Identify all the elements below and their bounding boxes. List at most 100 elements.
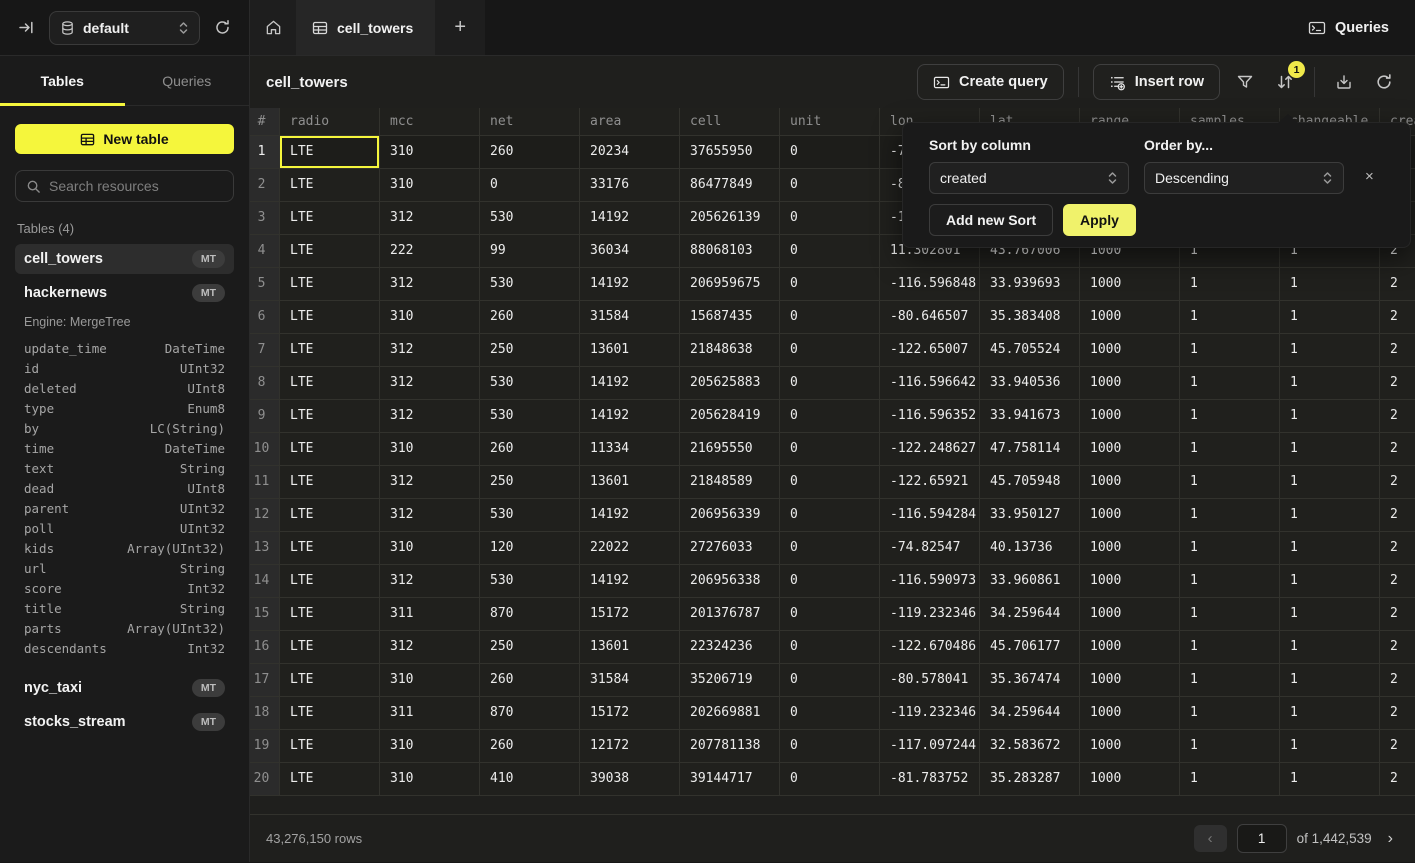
table-cell[interactable]: 0 bbox=[780, 400, 880, 433]
table-cell[interactable]: 1000 bbox=[1080, 334, 1180, 367]
table-cell[interactable]: 312 bbox=[380, 202, 480, 235]
table-cell[interactable]: 1000 bbox=[1080, 598, 1180, 631]
add-new-sort-button[interactable]: Add new Sort bbox=[929, 204, 1053, 236]
table-cell[interactable]: 1 bbox=[1180, 631, 1280, 664]
table-cell[interactable]: 1000 bbox=[1080, 301, 1180, 334]
table-cell[interactable]: LTE bbox=[280, 730, 380, 763]
table-cell[interactable]: 14192 bbox=[580, 367, 680, 400]
table-cell[interactable]: 312 bbox=[380, 466, 480, 499]
table-cell[interactable]: 311 bbox=[380, 697, 480, 730]
table-cell[interactable]: 1 bbox=[1180, 598, 1280, 631]
table-cell[interactable]: 1 bbox=[1180, 268, 1280, 301]
column-header-rownum[interactable]: # bbox=[250, 108, 280, 136]
table-cell[interactable]: 33.960861 bbox=[980, 565, 1080, 598]
table-cell[interactable]: 15172 bbox=[580, 697, 680, 730]
table-cell[interactable]: 0 bbox=[780, 763, 880, 796]
table-cell[interactable]: 310 bbox=[380, 730, 480, 763]
column-header-area[interactable]: area bbox=[580, 108, 680, 136]
table-cell[interactable]: 310 bbox=[380, 433, 480, 466]
table-cell[interactable]: 2 bbox=[1380, 268, 1415, 301]
tab-cell-towers[interactable]: cell_towers bbox=[296, 0, 435, 55]
table-cell[interactable]: 32.583672 bbox=[980, 730, 1080, 763]
table-cell[interactable]: 0 bbox=[780, 235, 880, 268]
table-cell[interactable]: LTE bbox=[280, 136, 380, 169]
table-cell[interactable]: LTE bbox=[280, 334, 380, 367]
table-cell[interactable]: 1 bbox=[1180, 334, 1280, 367]
column-header-mcc[interactable]: mcc bbox=[380, 108, 480, 136]
table-cell[interactable]: 0 bbox=[780, 697, 880, 730]
table-cell[interactable]: 312 bbox=[380, 565, 480, 598]
table-cell[interactable]: 1000 bbox=[1080, 499, 1180, 532]
table-cell[interactable]: -119.232346 bbox=[880, 697, 980, 730]
table-cell[interactable]: 37655950 bbox=[680, 136, 780, 169]
sidebar-tab-queries[interactable]: Queries bbox=[125, 56, 250, 105]
table-cell[interactable]: 0 bbox=[780, 367, 880, 400]
table-cell[interactable]: 31584 bbox=[580, 664, 680, 697]
table-cell[interactable]: 206959675 bbox=[680, 268, 780, 301]
table-cell[interactable]: LTE bbox=[280, 763, 380, 796]
table-cell[interactable]: 310 bbox=[380, 763, 480, 796]
table-cell[interactable]: -122.65921 bbox=[880, 466, 980, 499]
download-button[interactable] bbox=[1329, 67, 1359, 97]
table-cell[interactable]: 14192 bbox=[580, 268, 680, 301]
table-cell[interactable]: 35.367474 bbox=[980, 664, 1080, 697]
table-cell[interactable]: 1 bbox=[1280, 697, 1380, 730]
table-cell[interactable]: 1 bbox=[1280, 532, 1380, 565]
table-cell[interactable]: 1000 bbox=[1080, 400, 1180, 433]
table-cell[interactable]: 35206719 bbox=[680, 664, 780, 697]
table-cell[interactable]: 260 bbox=[480, 664, 580, 697]
table-cell[interactable]: 1 bbox=[1280, 301, 1380, 334]
table-cell[interactable]: LTE bbox=[280, 598, 380, 631]
table-cell[interactable]: 1000 bbox=[1080, 466, 1180, 499]
row-number[interactable]: 8 bbox=[250, 367, 280, 400]
next-page-button[interactable]: › bbox=[1382, 828, 1399, 850]
table-cell[interactable]: 1 bbox=[1280, 763, 1380, 796]
table-cell[interactable]: 870 bbox=[480, 598, 580, 631]
table-cell[interactable]: LTE bbox=[280, 697, 380, 730]
table-cell[interactable]: 1 bbox=[1180, 664, 1280, 697]
table-cell[interactable]: 20234 bbox=[580, 136, 680, 169]
table-cell[interactable]: 260 bbox=[480, 136, 580, 169]
table-cell[interactable]: 1 bbox=[1280, 400, 1380, 433]
table-cell[interactable]: 310 bbox=[380, 301, 480, 334]
table-cell[interactable]: 1000 bbox=[1080, 433, 1180, 466]
table-cell[interactable]: 0 bbox=[780, 565, 880, 598]
table-cell[interactable]: 33.939693 bbox=[980, 268, 1080, 301]
column-header-unit[interactable]: unit bbox=[780, 108, 880, 136]
table-cell[interactable]: 99 bbox=[480, 235, 580, 268]
table-cell[interactable]: 31584 bbox=[580, 301, 680, 334]
table-cell[interactable]: 2 bbox=[1380, 499, 1415, 532]
row-number[interactable]: 18 bbox=[250, 697, 280, 730]
table-cell[interactable]: 34.259644 bbox=[980, 598, 1080, 631]
table-cell[interactable]: 1 bbox=[1180, 301, 1280, 334]
queries-button[interactable]: Queries bbox=[1282, 0, 1415, 55]
table-cell[interactable]: 310 bbox=[380, 664, 480, 697]
table-cell[interactable]: 1 bbox=[1180, 499, 1280, 532]
table-cell[interactable]: 202669881 bbox=[680, 697, 780, 730]
row-number[interactable]: 6 bbox=[250, 301, 280, 334]
table-cell[interactable]: 47.758114 bbox=[980, 433, 1080, 466]
table-cell[interactable]: 1 bbox=[1180, 367, 1280, 400]
table-cell[interactable]: 2 bbox=[1380, 730, 1415, 763]
filter-button[interactable] bbox=[1230, 67, 1260, 97]
tab-home[interactable] bbox=[250, 0, 296, 55]
row-number[interactable]: 20 bbox=[250, 763, 280, 796]
table-cell[interactable]: 88068103 bbox=[680, 235, 780, 268]
table-cell[interactable]: 250 bbox=[480, 631, 580, 664]
table-cell[interactable]: 1000 bbox=[1080, 367, 1180, 400]
table-cell[interactable]: -119.232346 bbox=[880, 598, 980, 631]
table-cell[interactable]: -116.596642 bbox=[880, 367, 980, 400]
table-cell[interactable]: 312 bbox=[380, 499, 480, 532]
table-cell[interactable]: -117.097244 bbox=[880, 730, 980, 763]
table-cell[interactable]: 1 bbox=[1180, 532, 1280, 565]
table-cell[interactable]: LTE bbox=[280, 202, 380, 235]
table-cell[interactable]: LTE bbox=[280, 565, 380, 598]
table-cell[interactable]: 201376787 bbox=[680, 598, 780, 631]
table-cell[interactable]: 15172 bbox=[580, 598, 680, 631]
table-cell[interactable]: 530 bbox=[480, 268, 580, 301]
create-query-button[interactable]: Create query bbox=[917, 64, 1064, 100]
table-cell[interactable]: -122.248627 bbox=[880, 433, 980, 466]
table-cell[interactable]: LTE bbox=[280, 235, 380, 268]
table-cell[interactable]: 21695550 bbox=[680, 433, 780, 466]
row-number[interactable]: 4 bbox=[250, 235, 280, 268]
